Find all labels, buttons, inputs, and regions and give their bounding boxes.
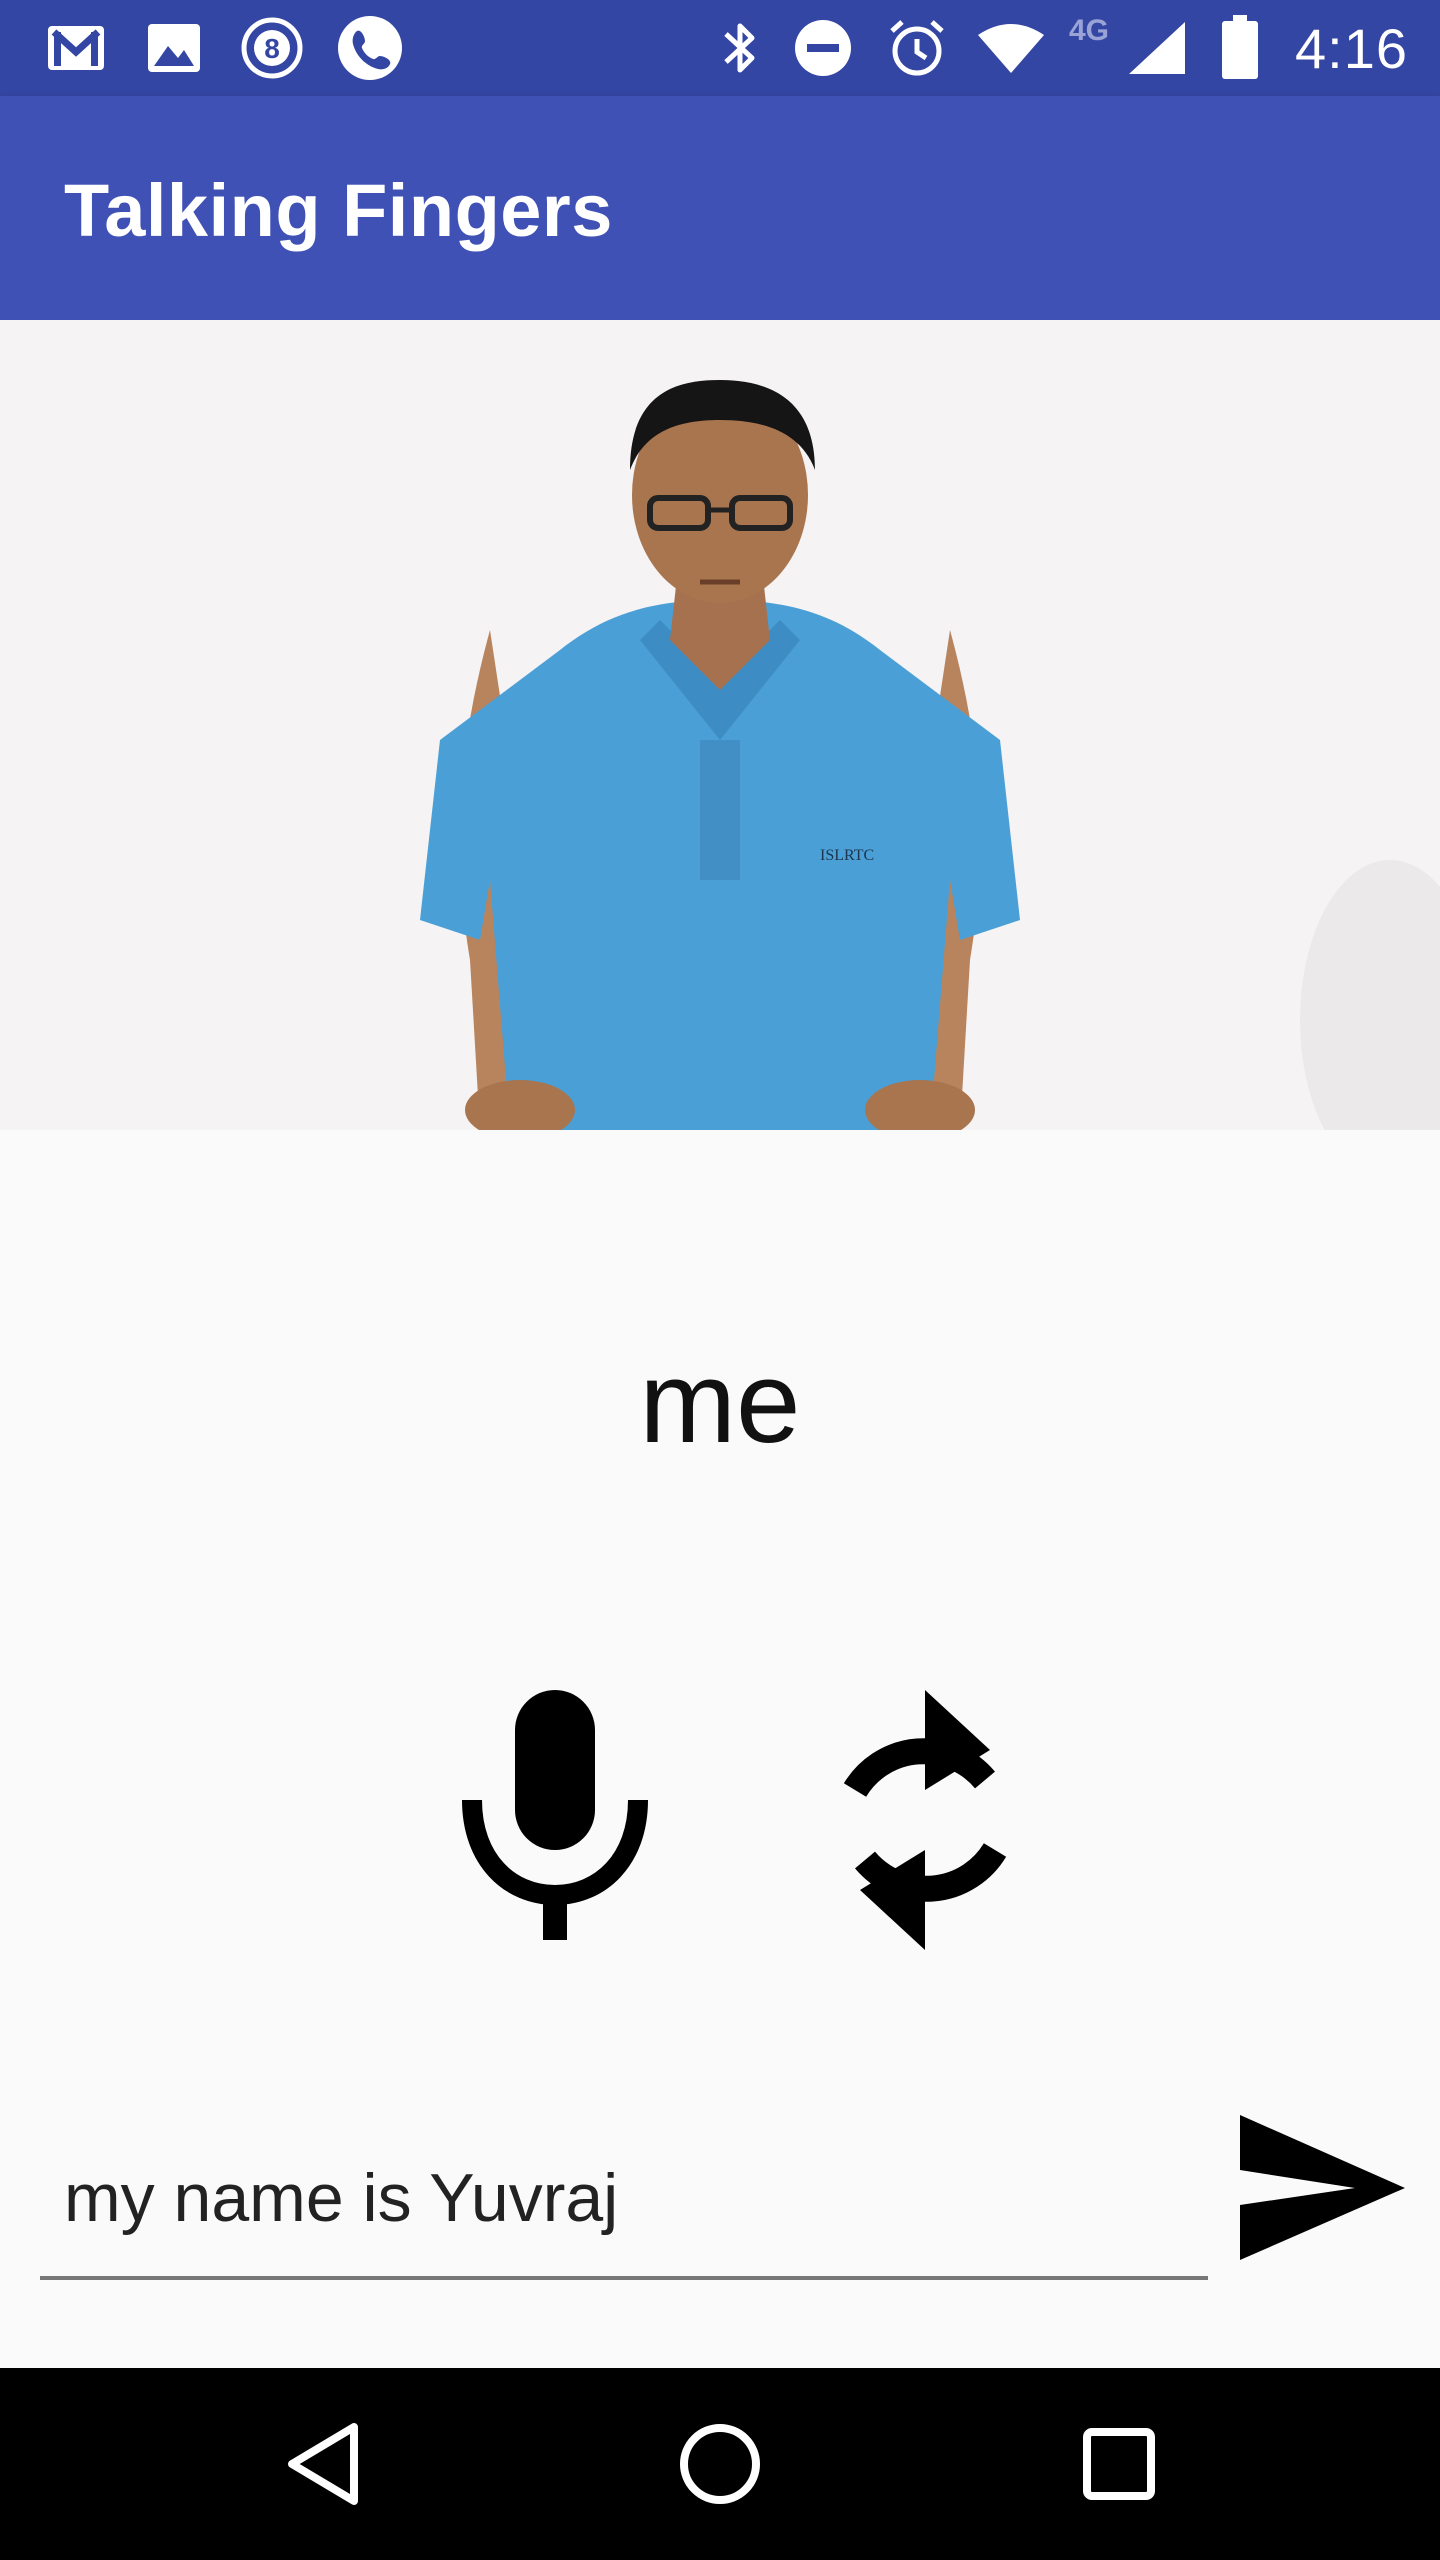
mic-button[interactable] <box>460 1690 650 1940</box>
back-icon <box>288 2423 358 2505</box>
recents-icon <box>1083 2428 1155 2500</box>
do-not-disturb-icon <box>787 12 859 84</box>
home-icon <box>680 2424 760 2504</box>
refresh-icon <box>843 1690 1007 1950</box>
sign-video[interactable]: ISLRTC <box>0 320 1440 1130</box>
microphone-icon <box>462 1690 648 1940</box>
signer-figure: ISLRTC <box>420 380 1440 1130</box>
send-icon <box>1240 2115 1405 2260</box>
app-title: Talking Fingers <box>64 169 613 252</box>
app-bar: Talking Fingers <box>0 96 1440 320</box>
nav-back-button[interactable] <box>262 2404 382 2524</box>
badge-8-icon: 8 <box>236 12 308 84</box>
bluetooth-icon <box>715 12 765 84</box>
svg-text:8: 8 <box>264 33 280 64</box>
image-icon <box>138 12 210 84</box>
nav-home-button[interactable] <box>660 2404 780 2524</box>
navigation-bar <box>0 2368 1440 2560</box>
send-button[interactable] <box>1235 2110 1410 2265</box>
status-left-icons: 8 <box>40 0 406 96</box>
refresh-button[interactable] <box>815 1680 1035 1960</box>
shirt-label: ISLRTC <box>820 847 874 864</box>
signal-icon <box>1121 12 1193 84</box>
status-right-icons: 4G 4:16 <box>715 0 1408 96</box>
phone-icon <box>334 12 406 84</box>
sentence-input-wrapper <box>40 2130 1208 2280</box>
gmail-icon <box>40 12 112 84</box>
sentence-input[interactable] <box>64 2148 1184 2248</box>
status-bar: 8 4G 4:16 <box>0 0 1440 96</box>
nav-recents-button[interactable] <box>1059 2404 1179 2524</box>
current-word: me <box>639 1337 801 1467</box>
network-type: 4G <box>1068 14 1109 47</box>
alarm-icon <box>881 12 953 84</box>
battery-icon <box>1215 12 1265 84</box>
status-time: 4:16 <box>1295 16 1408 80</box>
wifi-icon <box>975 12 1047 84</box>
